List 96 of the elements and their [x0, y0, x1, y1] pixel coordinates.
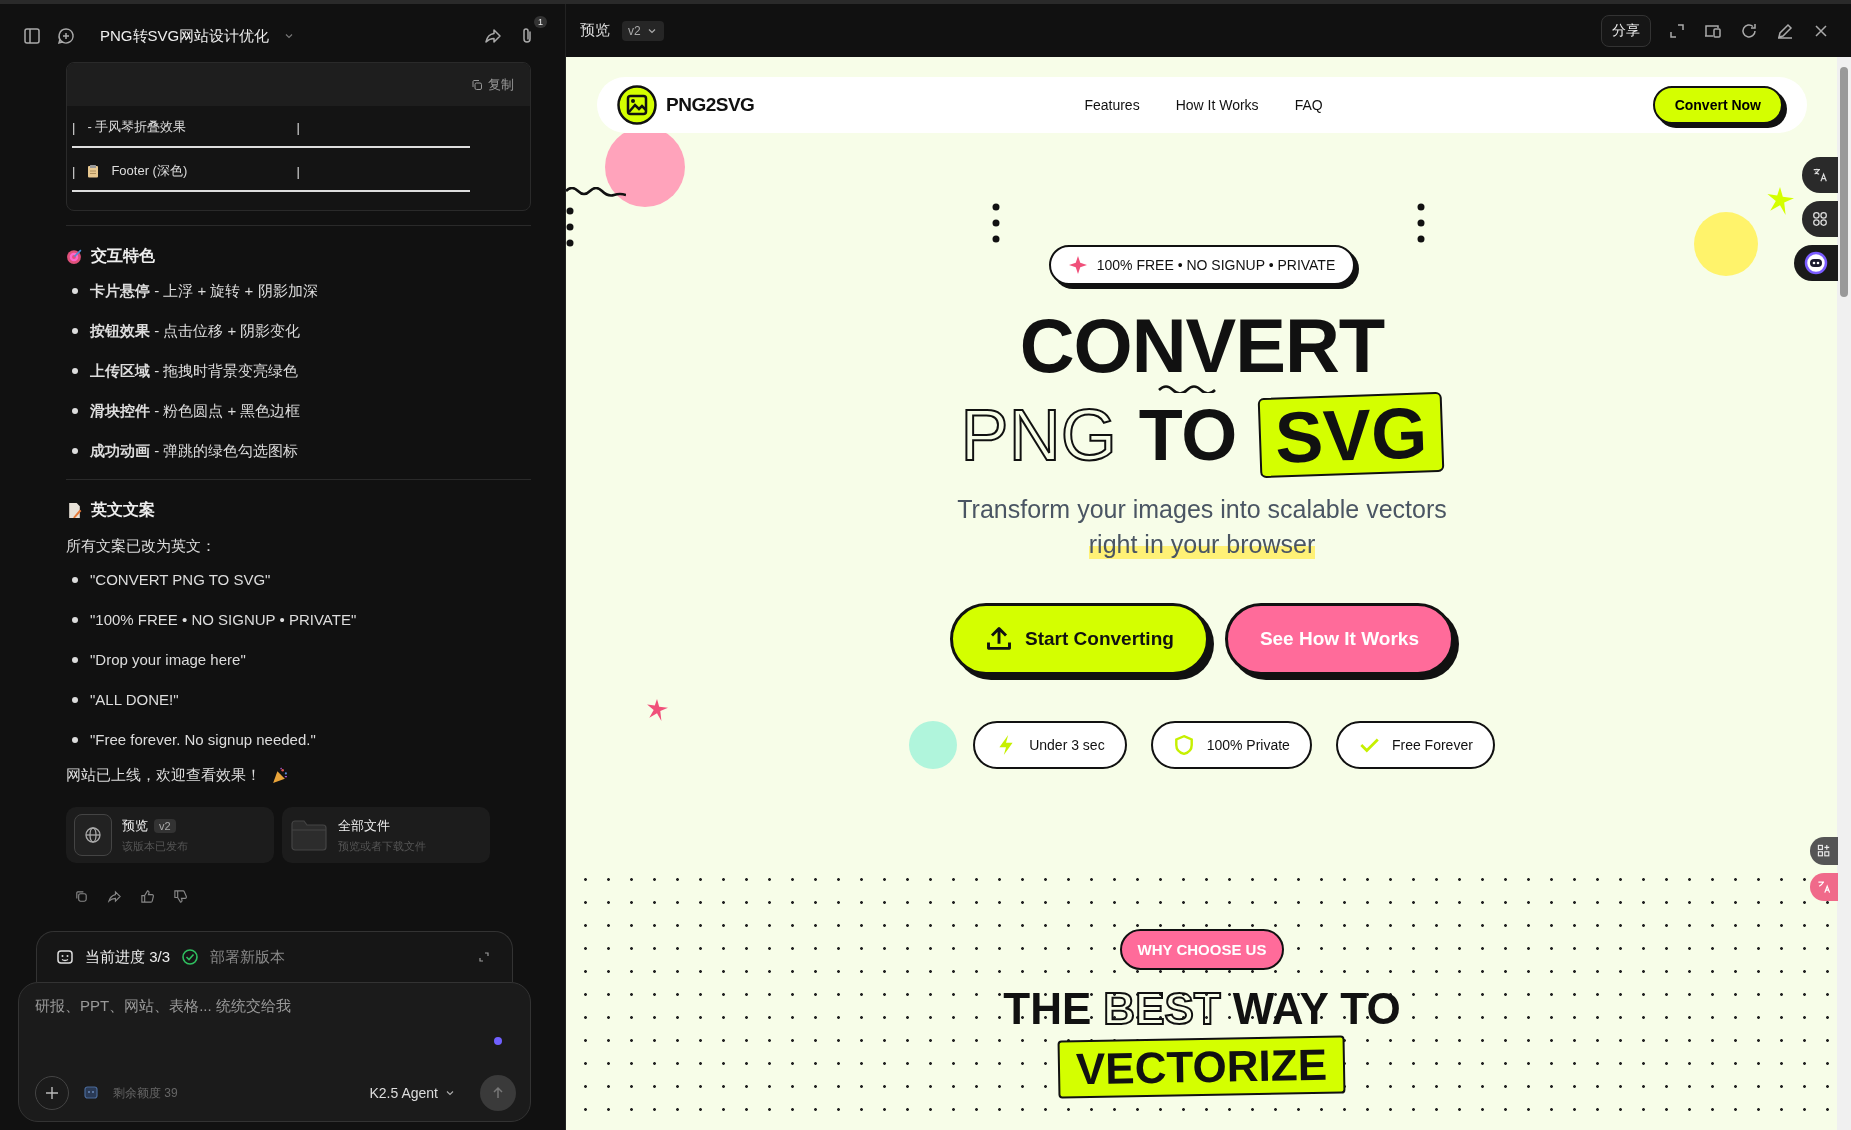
list-item: 成功动画 - 弹跳的绿色勾选图标 [90, 441, 299, 461]
feature-chip: Under 3 sec [973, 721, 1127, 769]
progress-step: 部署新版本 [210, 947, 286, 967]
quota-label: 剩余额度 39 [113, 1084, 178, 1102]
share-button[interactable]: 分享 [1601, 14, 1651, 47]
chat-title[interactable]: PNG转SVG网站设计优化 [100, 26, 270, 46]
robot-icon [55, 947, 75, 967]
target-icon [66, 248, 83, 265]
section-heading-highlight: VECTORIZE [1058, 1035, 1346, 1099]
code-text: Footer (深色) [111, 162, 188, 180]
section-heading-word: WAY TO [1232, 984, 1401, 1034]
brand-name[interactable]: PNG2SVG [666, 94, 755, 116]
globe-icon [74, 814, 112, 856]
hero-title: CONVERT [1019, 311, 1385, 381]
nav-link[interactable]: Features [1084, 97, 1140, 113]
table-border-char: | [72, 163, 76, 179]
assistant-icon[interactable] [1794, 245, 1838, 281]
star-drawing [646, 699, 668, 721]
nav-link[interactable]: FAQ [1294, 97, 1323, 113]
bullet-icon [72, 408, 78, 414]
list-item: "CONVERT PNG TO SVG" [90, 570, 271, 590]
clipboard-icon [87, 164, 100, 178]
paragraph: 所有文案已改为英文： [66, 537, 217, 556]
scrollbar[interactable] [1837, 57, 1851, 1130]
party-popper-icon [271, 767, 288, 784]
card-title: 全部文件 [338, 816, 390, 835]
scrollbar-thumb[interactable] [1840, 67, 1848, 297]
shield-icon [1172, 734, 1195, 756]
list-item: 卡片悬停 - 上浮 + 旋转 + 阴影加深 [90, 281, 318, 301]
expand-icon[interactable] [478, 951, 490, 963]
bullet-icon [72, 368, 78, 374]
copy-icon [471, 78, 483, 91]
bullet-icon [72, 737, 78, 743]
bullet-icon [72, 697, 78, 703]
bullet-icon [72, 657, 78, 663]
bullet-icon [72, 288, 78, 294]
hero-title-word: SVG [1258, 391, 1445, 479]
list-item: 上传区域 - 拖拽时背景变亮绿色 [90, 361, 299, 381]
card-title: 预览 [122, 816, 148, 835]
table-border-char: | [72, 119, 76, 135]
thumbs-up-icon[interactable] [140, 889, 155, 904]
hero-title-word: TO [1138, 397, 1238, 473]
code-text: - 手风琴折叠效果 [87, 118, 187, 136]
list-item: 按钮效果 - 点击位移 + 阴影变化 [90, 321, 301, 341]
bullet-icon [72, 577, 78, 583]
translate-icon[interactable] [1802, 157, 1838, 193]
share-icon[interactable] [483, 26, 503, 46]
grid-icon[interactable] [1802, 201, 1838, 237]
progress-label: 当前进度 3/3 [85, 947, 171, 967]
grid-plus-icon[interactable] [1810, 837, 1838, 865]
list-item: 滑块控件 - 粉色圆点 + 黑色边框 [90, 401, 301, 421]
bullet-icon [72, 448, 78, 454]
list-item: "Free forever. No signup needed." [90, 730, 316, 750]
list-item: "100% FREE • NO SIGNUP • PRIVATE" [90, 610, 357, 630]
star-drawing [1766, 187, 1794, 215]
image-logo-icon[interactable] [617, 85, 657, 125]
section-badge: WHY CHOOSE US [1119, 929, 1285, 970]
hero-subtitle: Transform your images into scalable vectors [957, 495, 1447, 524]
folder-icon [290, 819, 328, 851]
attachment-count-badge: 1 [534, 16, 547, 28]
indicator-dot [494, 1037, 502, 1045]
squiggle-drawing [1157, 383, 1217, 393]
bullet-icon [72, 328, 78, 334]
version-tag: v2 [154, 818, 176, 833]
sparkle-icon [1068, 256, 1087, 274]
nav-link[interactable]: How It Works [1175, 97, 1259, 113]
section-heading-word: THE [1003, 984, 1092, 1034]
upload-icon [985, 625, 1013, 653]
feature-chip: 100% Private [1150, 721, 1312, 769]
share-icon[interactable] [107, 889, 122, 904]
message-input[interactable]: 研报、PPT、网站、表格... 统统交给我 剩余额度 39 K2.5 Agent [18, 982, 531, 1122]
section-heading-word: BEST [1103, 984, 1221, 1034]
dots-drawing [992, 203, 1000, 243]
list-item: "Drop your image here" [90, 650, 246, 670]
plus-icon [44, 1085, 60, 1101]
copy-icon[interactable] [74, 889, 89, 904]
section-heading: 英文文案 [91, 500, 155, 520]
table-border-char: | [296, 119, 300, 135]
circle-decoration [909, 721, 958, 769]
send-button[interactable] [480, 1075, 516, 1111]
feature-chip: Free Forever [1335, 721, 1495, 769]
closing-message: 网站已上线，欢迎查看效果！ [66, 766, 261, 785]
thumbs-down-icon[interactable] [173, 889, 188, 904]
version-dropdown[interactable]: v2 [622, 20, 664, 41]
dots-drawing [1417, 203, 1425, 243]
sidebar-toggle-icon[interactable] [22, 26, 42, 46]
table-border-char: | [296, 163, 300, 179]
section-heading: 交互特色 [91, 246, 155, 266]
document-icon [66, 502, 83, 519]
hero-title-word: PNG [960, 397, 1117, 473]
copy-button[interactable]: 复制 [469, 73, 516, 96]
model-selector[interactable]: K2.5 Agent [363, 1084, 462, 1102]
new-chat-icon[interactable] [56, 26, 76, 46]
bullet-icon [72, 617, 78, 623]
preview-title: 预览 [580, 21, 610, 40]
list-item: "ALL DONE!" [90, 690, 179, 710]
